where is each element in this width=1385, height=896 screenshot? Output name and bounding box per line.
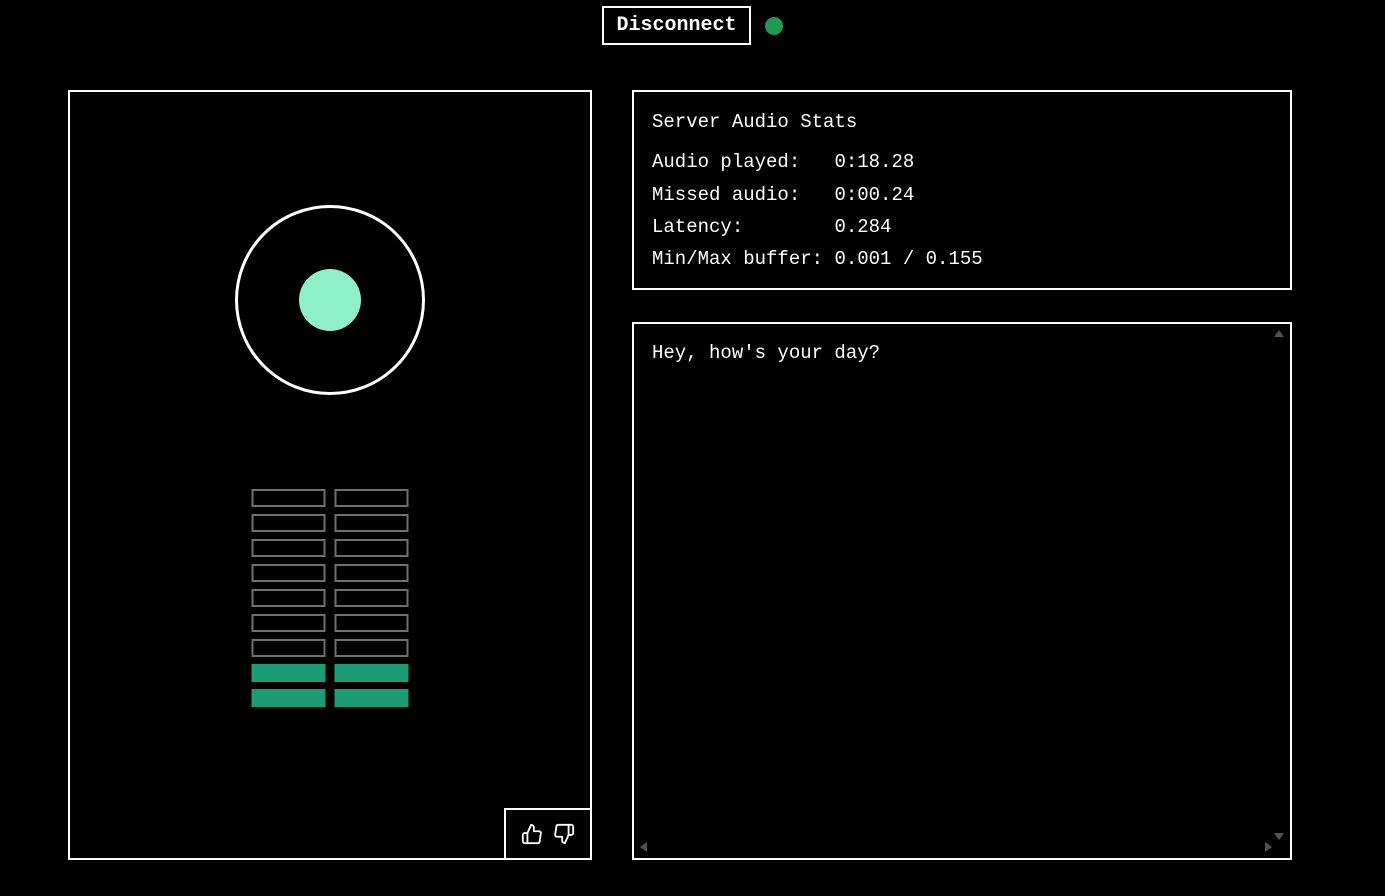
connection-status-icon [765, 17, 783, 35]
audio-visualizer-panel [68, 90, 592, 860]
stats-value: 0:18.28 [834, 151, 914, 173]
scroll-left-icon [640, 842, 647, 852]
meter-cell [252, 564, 326, 582]
orb-ring-icon [235, 205, 425, 395]
stats-rows: Audio played: 0:18.28Missed audio: 0:00.… [652, 146, 1272, 275]
meter-cell [252, 539, 326, 557]
stats-value: 0.001 / 0.155 [834, 248, 982, 270]
meter-cell [252, 639, 326, 657]
meter-cell [335, 614, 409, 632]
stats-value: 0:00.24 [834, 184, 914, 206]
thumbs-up-icon[interactable] [521, 823, 543, 845]
level-meter [252, 489, 409, 707]
meter-cell [252, 689, 326, 707]
stats-label: Audio played: [652, 151, 834, 173]
meter-cell [252, 489, 326, 507]
stats-value: 0.284 [834, 216, 891, 238]
stats-title: Server Audio Stats [652, 106, 1272, 138]
meter-cell [252, 589, 326, 607]
orb-core-icon [299, 269, 361, 331]
stats-row: Min/Max buffer: 0.001 / 0.155 [652, 243, 1272, 275]
meter-cell [335, 564, 409, 582]
transcript-panel[interactable]: Hey, how's your day? [632, 322, 1292, 860]
scroll-up-icon [1274, 330, 1284, 337]
stats-row: Audio played: 0:18.28 [652, 146, 1272, 178]
meter-cell [335, 664, 409, 682]
feedback-controls [504, 808, 590, 858]
meter-cell [252, 614, 326, 632]
disconnect-button[interactable]: Disconnect [602, 6, 750, 45]
thumbs-down-icon[interactable] [553, 823, 575, 845]
stats-row: Latency: 0.284 [652, 211, 1272, 243]
meter-cell [335, 489, 409, 507]
orb-visualizer [235, 205, 425, 395]
app-root: Disconnect Server A [0, 0, 1385, 896]
meter-cell [335, 539, 409, 557]
transcript-text: Hey, how's your day? [652, 342, 1272, 364]
meter-cell [335, 639, 409, 657]
stats-row: Missed audio: 0:00.24 [652, 179, 1272, 211]
stats-label: Min/Max buffer: [652, 248, 834, 270]
scroll-down-icon [1274, 833, 1284, 840]
stats-label: Missed audio: [652, 184, 834, 206]
scroll-right-icon [1265, 842, 1272, 852]
meter-cell [335, 514, 409, 532]
meter-cell [252, 514, 326, 532]
meter-cell [335, 589, 409, 607]
stats-label: Latency: [652, 216, 834, 238]
header: Disconnect [0, 6, 1385, 45]
server-audio-stats-panel: Server Audio Stats Audio played: 0:18.28… [632, 90, 1292, 290]
meter-cell [252, 664, 326, 682]
meter-cell [335, 689, 409, 707]
